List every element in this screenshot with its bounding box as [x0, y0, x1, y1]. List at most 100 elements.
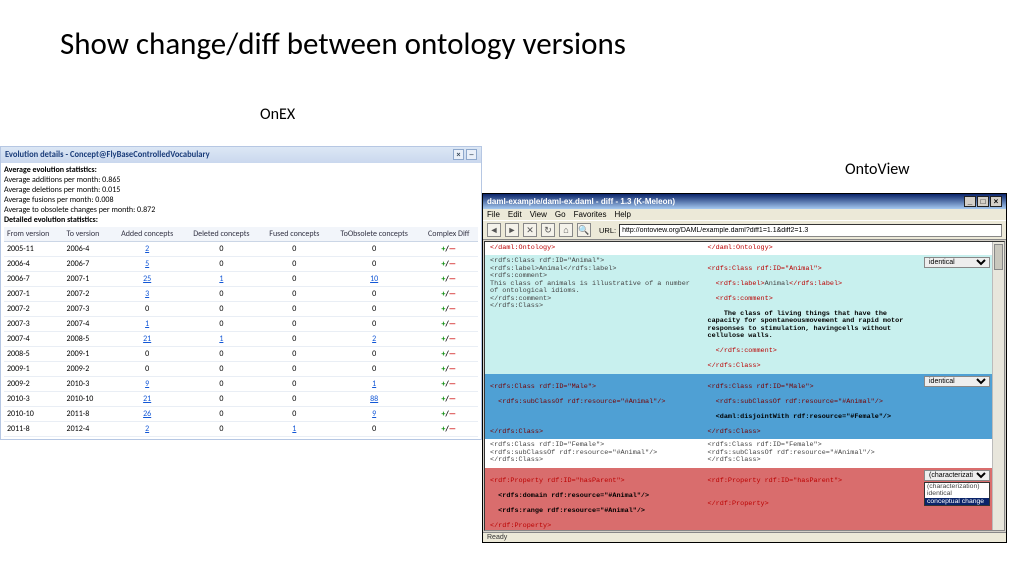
value-link[interactable]: 25	[143, 274, 151, 284]
minus-icon[interactable]: —	[449, 289, 456, 299]
home-icon[interactable]: ⌂	[559, 223, 573, 237]
detail-header: Detailed evolution statistics:	[4, 215, 98, 225]
minus-icon[interactable]: —	[449, 334, 456, 344]
minus-icon[interactable]: —	[449, 274, 456, 284]
minus-icon[interactable]: —	[449, 244, 456, 254]
col-added[interactable]: Added concepts	[111, 227, 183, 242]
value-link[interactable]: 2	[372, 334, 376, 344]
minimize-button[interactable]: ×	[453, 149, 464, 160]
ov-title-text: daml-example/daml-ex.daml - diff - 1.3 (…	[487, 197, 675, 206]
minus-icon[interactable]: —	[449, 304, 456, 314]
table-row: 2007-12007-23000+/—	[4, 287, 478, 302]
minus-icon[interactable]: —	[449, 409, 456, 419]
value-link[interactable]: 1	[372, 379, 376, 389]
diff-left: <rdfs:Class rdf:ID="Male"> <rdfs:subClas…	[487, 376, 705, 438]
ontoview-window: daml-example/daml-ex.daml - diff - 1.3 (…	[482, 193, 1007, 543]
col-to[interactable]: To version	[64, 227, 112, 242]
diff-right: <rdfs:Class rdf:ID="Male"> <rdfs:subClas…	[705, 376, 923, 438]
minus-icon[interactable]: —	[449, 379, 456, 389]
menu-edit[interactable]: Edit	[508, 210, 522, 219]
col-fused[interactable]: Fused concepts	[260, 227, 329, 242]
diff-right: </daml:Ontology>	[705, 244, 923, 253]
scrollbar[interactable]	[992, 242, 1004, 530]
ov-titlebar: daml-example/daml-ex.daml - diff - 1.3 (…	[483, 194, 1006, 209]
value-link[interactable]: 9	[372, 409, 376, 419]
evolution-table: From version To version Added concepts D…	[4, 227, 478, 437]
scroll-thumb[interactable]	[994, 244, 1003, 270]
menu-help[interactable]: Help	[614, 210, 630, 219]
diff-left: <rdfs:Class rdf:ID="Female"> <rdfs:subCl…	[487, 441, 705, 465]
table-row: 2007-22007-30000+/—	[4, 302, 478, 317]
maximize-button[interactable]: □	[977, 196, 989, 207]
minus-icon[interactable]: —	[449, 319, 456, 329]
value-link[interactable]: 21	[143, 334, 151, 344]
nav-fwd-icon[interactable]: ►	[505, 223, 519, 237]
col-deleted[interactable]: Deleted concepts	[183, 227, 260, 242]
diff-left: </daml:Ontology>	[487, 244, 705, 253]
reload-icon[interactable]: ↻	[541, 223, 555, 237]
url-label: URL:	[599, 226, 616, 235]
change-select[interactable]: identical	[924, 257, 990, 268]
status-bar: Ready	[483, 532, 1006, 542]
minus-icon[interactable]: —	[449, 424, 456, 434]
table-row: 2007-42008-521102+/—	[4, 332, 478, 347]
col-obs[interactable]: ToObsolete concepts	[329, 227, 420, 242]
col-diff[interactable]: Complex Diff	[419, 227, 478, 242]
stop-icon[interactable]: ✕	[523, 223, 537, 237]
value-link[interactable]: 21	[143, 394, 151, 404]
ov-toolbar: ◄ ► ✕ ↻ ⌂ 🔍 URL:	[483, 220, 1006, 240]
diff-right: <rdfs:Class rdf:ID="Animal"> <rdfs:label…	[705, 257, 923, 371]
diff-right: <rdf:Property rdf:ID="hasParent"> </rdf:…	[705, 470, 923, 531]
minimize-button[interactable]: _	[964, 196, 976, 207]
search-icon[interactable]: 🔍	[577, 223, 591, 237]
value-link[interactable]: 2	[145, 424, 149, 434]
minus-icon[interactable]: —	[449, 394, 456, 404]
diff-right: <rdfs:Class rdf:ID="Female"> <rdfs:subCl…	[705, 441, 923, 465]
value-link[interactable]: 1	[219, 274, 223, 284]
nav-back-icon[interactable]: ◄	[487, 223, 501, 237]
onex-body: Average evolution statistics: Average ad…	[1, 163, 481, 439]
value-link[interactable]: 9	[145, 379, 149, 389]
value-link[interactable]: 26	[143, 409, 151, 419]
minus-icon[interactable]: —	[449, 364, 456, 374]
stats-line: Average to obsolete changes per month: 0…	[4, 205, 155, 215]
value-link[interactable]: 1	[219, 334, 223, 344]
table-row: 2008-52009-10000+/—	[4, 347, 478, 362]
col-from[interactable]: From version	[4, 227, 64, 242]
onex-titlebar: Evolution details - Concept@FlyBaseContr…	[1, 147, 481, 163]
url-field[interactable]	[619, 224, 1002, 237]
change-dropdown-list[interactable]: (characterization) identical conceptual …	[924, 482, 990, 506]
table-row: 2010-32010-10210088+/—	[4, 392, 478, 407]
minus-icon[interactable]: —	[449, 349, 456, 359]
menu-go[interactable]: Go	[555, 210, 566, 219]
menu-file[interactable]: File	[487, 210, 500, 219]
change-select[interactable]: identical	[924, 376, 990, 387]
diff-left: <rdfs:Class rdf:ID="Animal"> <rdfs:label…	[487, 257, 705, 371]
minus-icon[interactable]: —	[449, 259, 456, 269]
table-row: 2006-42006-75000+/—	[4, 257, 478, 272]
table-row: 2007-32007-41000+/—	[4, 317, 478, 332]
change-select[interactable]: (characterization)	[924, 470, 990, 481]
value-link[interactable]: 2	[145, 244, 149, 254]
stats-line: Average deletions per month: 0.015	[4, 185, 120, 195]
label-onex: OnEX	[260, 105, 295, 124]
menu-fav[interactable]: Favorites	[574, 210, 607, 219]
value-link[interactable]: 3	[145, 289, 149, 299]
stats-line: Average fusions per month: 0.008	[4, 195, 114, 205]
maximize-button[interactable]: ─	[466, 149, 477, 160]
stats-line: Average additions per month: 0.865	[4, 175, 120, 185]
ov-menubar: File Edit View Go Favorites Help	[483, 209, 1006, 220]
value-link[interactable]: 10	[370, 274, 378, 284]
value-link[interactable]: 1	[145, 319, 149, 329]
value-link[interactable]: 88	[370, 394, 378, 404]
page-title: Show change/diff between ontology versio…	[0, 0, 1024, 63]
close-button[interactable]: ×	[990, 196, 1002, 207]
onex-panel: Evolution details - Concept@FlyBaseContr…	[0, 146, 482, 440]
table-row: 2006-72007-1251010+/—	[4, 272, 478, 287]
menu-view[interactable]: View	[530, 210, 547, 219]
value-link[interactable]: 5	[145, 259, 149, 269]
table-row: 2005-112006-42000+/—	[4, 242, 478, 257]
onex-window-title: Evolution details - Concept@FlyBaseContr…	[5, 150, 210, 160]
value-link[interactable]: 1	[292, 424, 296, 434]
table-row: 2009-22010-39001+/—	[4, 377, 478, 392]
